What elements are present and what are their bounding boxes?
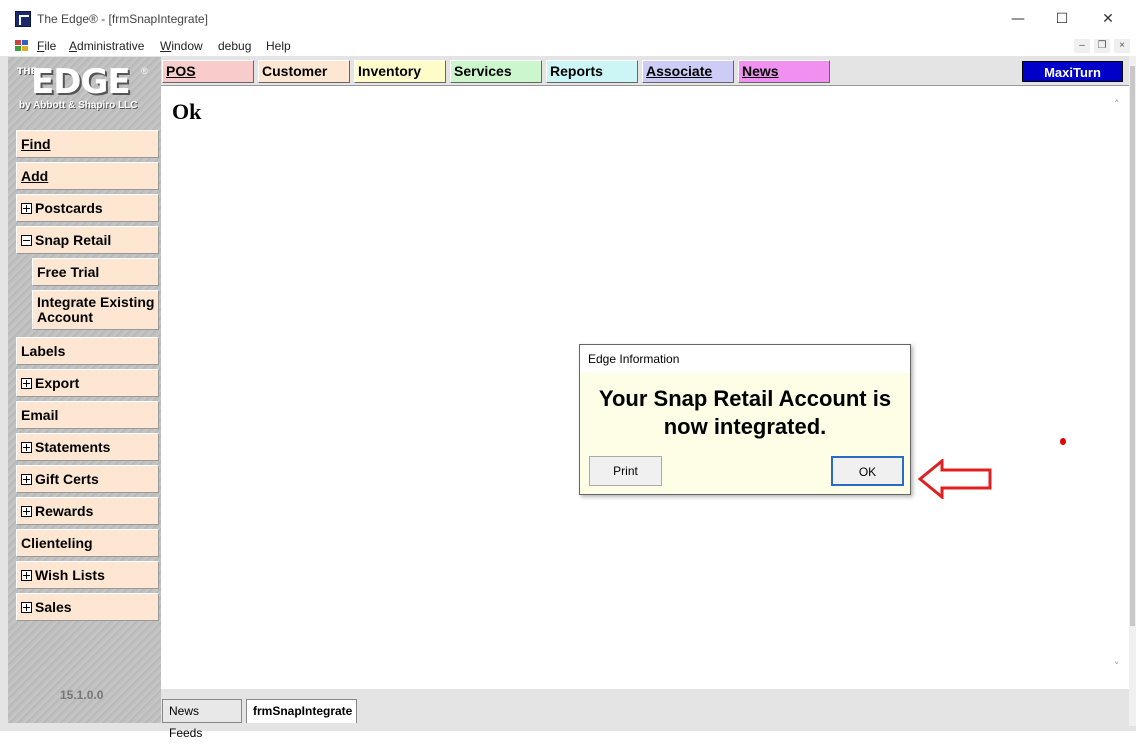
sidebar-item-label: Wish Lists	[35, 567, 105, 583]
minimize-button[interactable]: —	[996, 4, 1040, 34]
expand-plus-icon[interactable]	[21, 474, 32, 485]
expand-plus-icon[interactable]	[21, 506, 32, 517]
menu-window[interactable]: Window	[160, 39, 203, 53]
tab-pos[interactable]: POS	[162, 60, 254, 83]
menu-administrative[interactable]: Administrative	[69, 39, 144, 53]
tab-label: Associate	[646, 63, 713, 79]
red-dot-marker	[1060, 438, 1066, 445]
sidebar-item-label: Statements	[35, 439, 111, 455]
mdi-restore-button[interactable]: ❐	[1094, 39, 1110, 53]
print-button[interactable]: Print	[589, 456, 662, 486]
sidebar-item-label: Clienteling	[21, 535, 93, 551]
logo-edge: EDGE	[31, 62, 131, 102]
edge-information-dialog: Edge Information Your Snap Retail Accoun…	[579, 344, 911, 495]
tab-news-feeds[interactable]: News Feeds	[162, 699, 242, 740]
annotation-arrow-icon	[918, 459, 992, 499]
maxiturn-button[interactable]: MaxiTurn	[1022, 61, 1123, 82]
tab-label: POS	[166, 63, 196, 79]
scroll-up-chevron-icon[interactable]: ˄	[1114, 98, 1120, 111]
menu-debug[interactable]: debug	[218, 39, 251, 53]
sidebar-item-label: Snap Retail	[35, 232, 112, 248]
sidebar-item-find[interactable]: Find	[16, 130, 159, 158]
logo-byline: by Abbott & Shapiro LLC	[19, 100, 138, 111]
sidebar-item-label: Find	[21, 136, 51, 152]
maximize-button[interactable]: ☐	[1040, 4, 1084, 34]
close-button[interactable]: ✕	[1086, 4, 1130, 34]
sidebar-item-wish-lists[interactable]: Wish Lists	[16, 561, 159, 589]
version-label: 15.1.0.0	[60, 688, 104, 702]
sidebar-item-postcards[interactable]: Postcards	[16, 194, 159, 222]
collapse-minus-icon[interactable]	[21, 235, 32, 246]
sidebar-item-label: Gift Certs	[35, 471, 99, 487]
sidebar-item-label: Labels	[21, 343, 66, 359]
sidebar-item-label: Rewards	[35, 503, 94, 519]
tab-label: Inventory	[358, 63, 422, 79]
tab-label: News	[742, 63, 779, 79]
window-scrollbar[interactable]	[1129, 56, 1136, 726]
menu-window-label: indow	[171, 39, 203, 53]
menu-administrative-label: dministrative	[77, 39, 145, 53]
mdi-child-icon[interactable]	[15, 40, 29, 52]
menu-help[interactable]: Help	[266, 39, 291, 53]
tab-customer[interactable]: Customer	[258, 60, 350, 83]
sidebar-item-labels[interactable]: Labels	[16, 337, 159, 365]
sidebar-item-label: Sales	[35, 599, 72, 615]
menu-file-label: ile	[44, 39, 57, 53]
tab-label: Services	[454, 63, 512, 79]
tab-associate[interactable]: Associate	[642, 60, 734, 83]
mdi-minimize-button[interactable]: –	[1074, 39, 1090, 53]
dialog-title: Edge Information	[580, 345, 910, 373]
dialog-message-line1: Your Snap Retail Account is	[598, 386, 892, 411]
sidebar-item-statements[interactable]: Statements	[16, 433, 159, 461]
sidebar-item-label: Free Trial	[37, 264, 100, 280]
tab-services[interactable]: Services	[450, 60, 542, 83]
expand-plus-icon[interactable]	[21, 442, 32, 453]
sidebar-item-label: Integrate Existing Account	[37, 294, 155, 325]
dialog-message: Your Snap Retail Account is now integrat…	[580, 385, 910, 441]
scroll-down-chevron-icon[interactable]: ˅	[1114, 660, 1120, 673]
sidebar-item-add[interactable]: Add	[16, 162, 159, 190]
app-icon[interactable]	[15, 11, 31, 27]
expand-plus-icon[interactable]	[21, 378, 32, 389]
page-title: Ok	[172, 99, 202, 124]
sidebar-item-integrate-existing-account[interactable]: Integrate Existing Account	[32, 290, 159, 330]
sidebar-item-clienteling[interactable]: Clienteling	[16, 529, 159, 557]
edge-logo: THE EDGE ® by Abbott & Shapiro LLC	[17, 62, 152, 116]
sidebar-item-rewards[interactable]: Rewards	[16, 497, 159, 525]
sidebar-item-label: Add	[21, 168, 49, 184]
sidebar-item-email[interactable]: Email	[16, 401, 159, 429]
sidebar-item-sales[interactable]: Sales	[16, 593, 159, 621]
tab-label: Customer	[262, 63, 328, 79]
sidebar-item-gift-certs[interactable]: Gift Certs	[16, 465, 159, 493]
sidebar-item-snap-retail[interactable]: Snap Retail	[16, 226, 159, 254]
window-title: The Edge® - [frmSnapIntegrate]	[37, 12, 208, 26]
tab-inventory[interactable]: Inventory	[354, 60, 446, 83]
tab-news[interactable]: News	[738, 60, 830, 83]
expand-plus-icon[interactable]	[21, 570, 32, 581]
tab-frmsnapintegrate[interactable]: frmSnapIntegrate	[246, 699, 357, 723]
sidebar-item-label: Export	[35, 375, 80, 391]
sidebar-item-label: Postcards	[35, 200, 103, 216]
expand-plus-icon[interactable]	[21, 203, 32, 214]
ok-button[interactable]: OK	[831, 456, 904, 486]
sidebar-item-free-trial[interactable]: Free Trial	[32, 258, 159, 286]
expand-plus-icon[interactable]	[21, 602, 32, 613]
tab-reports[interactable]: Reports	[546, 60, 638, 83]
dialog-message-line2: now integrated.	[663, 414, 827, 439]
scrollbar-thumb[interactable]	[1130, 66, 1135, 626]
sidebar-item-export[interactable]: Export	[16, 369, 159, 397]
tab-label: Reports	[550, 63, 603, 79]
logo-the: THE	[17, 67, 37, 77]
mdi-close-button[interactable]: ×	[1114, 39, 1130, 53]
sidebar-item-label: Email	[21, 407, 59, 423]
menu-file[interactable]: File	[37, 39, 56, 53]
logo-registered-mark: ®	[141, 66, 148, 76]
